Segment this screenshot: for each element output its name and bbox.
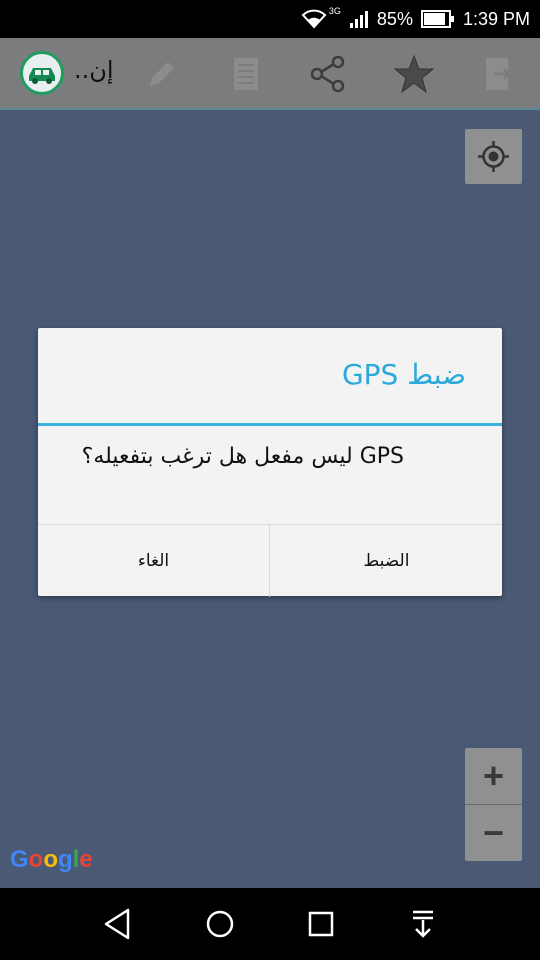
status-icons: 3G 85% 1:39 PM <box>301 0 530 38</box>
settings-button[interactable]: الضبط <box>271 525 502 597</box>
recents-icon[interactable] <box>303 906 339 942</box>
gps-settings-dialog: ضبط GPS GPS ليس مفعل هل ترغب بتفعيله؟ ال… <box>38 328 502 597</box>
cancel-button[interactable]: الغاء <box>38 525 270 597</box>
google-letter: o <box>28 846 44 873</box>
google-letter: G <box>10 846 29 873</box>
dialog-title: ضبط GPS <box>341 358 466 391</box>
wifi-icon <box>301 9 327 29</box>
network-type-label: 3G <box>328 6 341 16</box>
signal-icon <box>349 11 368 28</box>
google-letter: e <box>79 846 93 873</box>
google-letter: o <box>43 846 59 873</box>
back-icon[interactable] <box>100 906 136 942</box>
share-icon[interactable] <box>308 54 348 94</box>
app-title: إن.. <box>74 56 114 84</box>
google-attribution: Google <box>10 846 93 874</box>
star-icon[interactable] <box>394 54 434 94</box>
clock: 1:39 PM <box>462 8 530 29</box>
home-icon[interactable] <box>202 906 238 942</box>
google-letter: g <box>58 846 73 873</box>
dialog-message: GPS ليس مفعل هل ترغب بتفعيله؟ <box>81 444 404 469</box>
app-bar: إن.. <box>0 38 540 110</box>
status-bar: 3G 85% 1:39 PM <box>0 0 540 38</box>
battery-percent: 85% <box>376 8 413 29</box>
notification-pull-icon[interactable] <box>405 906 441 942</box>
zoom-in-button[interactable]: + <box>465 748 522 804</box>
list-icon[interactable] <box>226 54 266 94</box>
dialog-title-divider <box>38 423 502 426</box>
car-logo-icon[interactable] <box>20 51 64 95</box>
dialog-actions: الغاء الضبط <box>38 524 502 597</box>
export-icon[interactable] <box>478 54 518 94</box>
navigation-bar <box>0 888 540 960</box>
crosshair-icon <box>478 141 509 172</box>
my-location-button[interactable] <box>465 129 522 184</box>
battery-icon <box>420 10 454 28</box>
zoom-controls: + − <box>465 748 522 861</box>
edit-icon[interactable] <box>142 54 182 94</box>
zoom-out-button[interactable]: − <box>465 805 522 861</box>
